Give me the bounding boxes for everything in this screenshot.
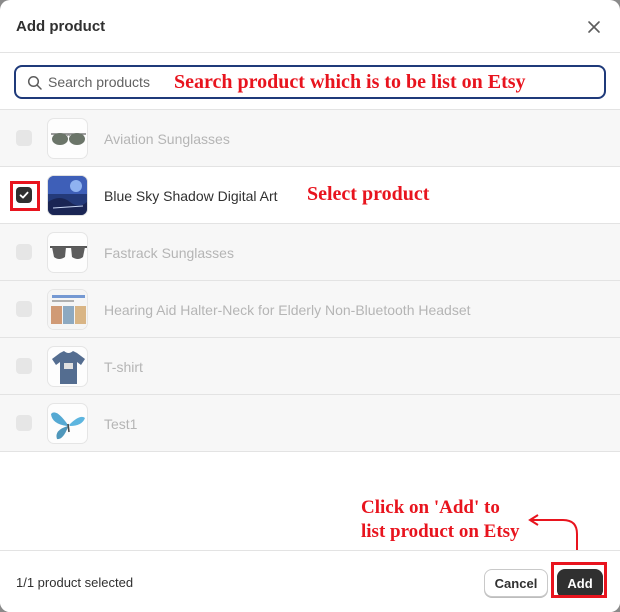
modal-title: Add product [16,18,106,35]
list-item[interactable]: Hearing Aid Halter-Neck for Elderly Non-… [0,281,620,338]
modal-footer: 1/1 product selected Cancel Add [0,550,620,612]
product-name: Hearing Aid Halter-Neck for Elderly Non-… [104,302,471,318]
modal-header: Add product [0,0,620,53]
checkbox-highlight [10,181,40,211]
cancel-button[interactable]: Cancel [484,569,548,597]
product-checkbox[interactable] [16,358,32,374]
add-annotation-line2: list product on Etsy [361,521,520,542]
add-annotation-line1: Click on 'Add' to [361,497,500,518]
product-name: T-shirt [104,359,143,375]
search-section: Search product which is to be list on Et… [0,53,620,110]
tshirt-icon [47,346,88,387]
product-name: Test1 [104,416,138,432]
collage-icon [47,289,88,330]
add-button-highlight [551,562,607,598]
search-icon [27,75,43,91]
select-annotation: Select product [307,183,430,205]
product-list: Aviation Sunglasses Blue Sky Shadow Digi… [0,110,620,452]
product-checkbox[interactable] [16,301,32,317]
butterfly-icon [47,403,88,444]
search-input[interactable] [48,72,178,92]
product-name: Blue Sky Shadow Digital Art [104,188,278,204]
sunglasses-icon [47,232,88,273]
list-item[interactable]: Fastrack Sunglasses [0,224,620,281]
list-item[interactable]: Blue Sky Shadow Digital Art Select produ… [0,167,620,224]
digital-art-icon [47,175,88,216]
selection-status: 1/1 product selected [16,575,134,590]
list-item[interactable]: Test1 [0,395,620,452]
search-annotation: Search product which is to be list on Et… [174,71,526,93]
product-checkbox[interactable] [16,415,32,431]
product-checkbox[interactable] [16,130,32,146]
list-item[interactable]: Aviation Sunglasses [0,110,620,167]
product-name: Aviation Sunglasses [104,131,230,147]
sunglasses-icon [47,118,88,159]
add-product-modal: Add product Search product which is to b… [0,0,620,612]
close-icon[interactable] [583,16,605,38]
product-name: Fastrack Sunglasses [104,245,234,261]
product-checkbox[interactable] [16,244,32,260]
list-item[interactable]: T-shirt [0,338,620,395]
